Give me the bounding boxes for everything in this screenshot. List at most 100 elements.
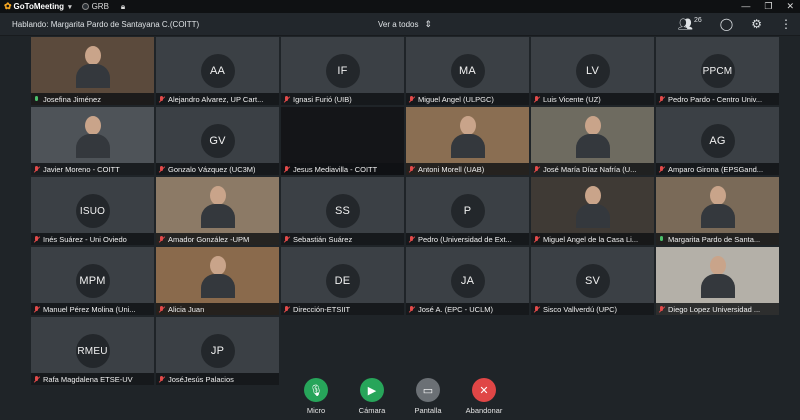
mic-control[interactable]: 🎙︎ Micro bbox=[299, 378, 333, 420]
participant-name-bar: Diego Lopez Universidad ... bbox=[656, 303, 779, 315]
participant-tile[interactable]: GV Gonzalo Vázquez (UC3M) bbox=[156, 107, 279, 175]
participant-tile[interactable]: Amador González -UPM bbox=[156, 177, 279, 245]
participant-name: Sebastián Suárez bbox=[293, 234, 353, 244]
meeting-controls: 🎙︎ Micro ▶ Cámara ▭ Pantalla ✕ Abandonar bbox=[0, 378, 800, 420]
participant-tile[interactable]: P Pedro (Universidad de Ext... bbox=[406, 177, 529, 245]
avatar: P bbox=[450, 194, 485, 228]
participant-tile[interactable]: DE Dirección-ETSIIT bbox=[281, 247, 404, 315]
title-bar: ✿ GoToMeeting ▾ GRB 🔒︎ — ❐ ✕ bbox=[0, 0, 800, 13]
video-feed bbox=[656, 247, 779, 304]
screen-control[interactable]: ▭ Pantalla bbox=[411, 378, 445, 420]
avatar: JA bbox=[450, 264, 485, 298]
participant-name: Antoni Morell (UAB) bbox=[418, 164, 485, 174]
participant-name-bar: José María Díaz Nafría (U... bbox=[531, 163, 654, 175]
participant-name: Miguel Angel de la Casa Li... bbox=[543, 234, 639, 244]
avatar: GV bbox=[200, 124, 235, 158]
participant-tile[interactable]: AG Amparo Girona (EPSGand... bbox=[656, 107, 779, 175]
status-dot-icon bbox=[81, 3, 89, 10]
participant-tile[interactable]: IF Ignasi Furió (UIB) bbox=[281, 37, 404, 105]
participant-name-bar: Amparo Girona (EPSGand... bbox=[656, 163, 779, 175]
participant-video-figure bbox=[450, 116, 485, 158]
organizer-badge[interactable]: GRB bbox=[81, 2, 109, 11]
header-actions: 👥︎ 26 ◯ ⚙ ⋮ bbox=[678, 17, 792, 31]
microphone-icon[interactable]: 🎙︎ bbox=[304, 378, 328, 402]
camera-icon[interactable]: ▶ bbox=[360, 378, 384, 402]
participant-tile[interactable]: José María Díaz Nafría (U... bbox=[531, 107, 654, 175]
mic-on-icon bbox=[34, 95, 39, 103]
camera-control[interactable]: ▶ Cámara bbox=[355, 378, 389, 420]
participant-video-figure bbox=[575, 116, 610, 158]
mic-muted-icon bbox=[159, 305, 164, 313]
participant-tile[interactable]: Alicia Juan bbox=[156, 247, 279, 315]
participant-name-bar: Margarita Pardo de Santa... bbox=[656, 233, 779, 245]
participant-tile[interactable]: Javier Moreno - COITT bbox=[31, 107, 154, 175]
screen-share-icon[interactable]: ▭ bbox=[416, 378, 440, 402]
chat-icon[interactable]: ◯ bbox=[720, 17, 733, 31]
people-icon: 👥︎ bbox=[677, 17, 693, 31]
participant-tile[interactable]: Antoni Morell (UAB) bbox=[406, 107, 529, 175]
participant-name: Margarita Pardo de Santa... bbox=[668, 234, 761, 244]
participant-name: Josefina Jiménez bbox=[43, 94, 101, 104]
meeting-header: Hablando: Margarita Pardo de Santayana C… bbox=[0, 13, 800, 36]
close-icon[interactable]: ✕ bbox=[786, 1, 794, 12]
participant-tile[interactable]: LV Luis Vicente (UZ) bbox=[531, 37, 654, 105]
mic-muted-icon bbox=[659, 305, 664, 313]
participant-tile[interactable]: SV Sisco Vallverdú (UPC) bbox=[531, 247, 654, 315]
participant-tile[interactable]: MA Miguel Angel (ULPGC) bbox=[406, 37, 529, 105]
mic-muted-icon bbox=[534, 165, 539, 173]
participant-tile[interactable]: MPM Manuel Pérez Molina (Uni... bbox=[31, 247, 154, 315]
leave-control[interactable]: ✕ Abandonar bbox=[466, 378, 502, 420]
video-feed bbox=[31, 37, 154, 94]
restore-icon[interactable]: ❐ bbox=[764, 1, 772, 12]
mic-muted-icon bbox=[284, 305, 289, 313]
participant-tile[interactable]: AA Alejandro Alvarez, UP Cart... bbox=[156, 37, 279, 105]
avatar: LV bbox=[575, 54, 610, 88]
participant-name: Pedro (Universidad de Ext... bbox=[418, 234, 512, 244]
participant-name: Amparo Girona (EPSGand... bbox=[668, 164, 764, 174]
window-controls: — ❐ ✕ bbox=[741, 1, 800, 12]
participant-video-figure bbox=[200, 186, 235, 228]
more-options-icon[interactable]: ⋮ bbox=[780, 17, 792, 31]
app-logo[interactable]: ✿ GoToMeeting ▾ bbox=[0, 1, 72, 12]
video-feed bbox=[531, 107, 654, 164]
attendees-button[interactable]: 👥︎ 26 bbox=[678, 17, 702, 31]
avatar: IF bbox=[325, 54, 360, 88]
video-feed bbox=[406, 107, 529, 164]
leave-icon[interactable]: ✕ bbox=[472, 378, 496, 402]
lock-icon[interactable]: 🔒︎ bbox=[121, 2, 125, 12]
mic-muted-icon bbox=[409, 235, 414, 243]
mic-muted-icon bbox=[159, 235, 164, 243]
participant-tile[interactable]: Margarita Pardo de Santa... bbox=[656, 177, 779, 245]
settings-gear-icon[interactable]: ⚙ bbox=[751, 17, 762, 31]
mic-on-icon bbox=[659, 235, 664, 243]
participant-name-bar: Pedro Pardo - Centro Univ... bbox=[656, 93, 779, 105]
participant-video-figure bbox=[575, 186, 610, 228]
participant-name: Sisco Vallverdú (UPC) bbox=[543, 304, 618, 314]
chevron-updown-icon: ⇕ bbox=[424, 18, 433, 29]
participant-name: José A. (EPC - UCLM) bbox=[418, 304, 494, 314]
mic-muted-icon bbox=[409, 305, 414, 313]
participant-grid: Josefina Jiménez AA Alejandro Alvarez, UP … bbox=[31, 37, 779, 385]
participant-tile[interactable]: PPCM Pedro Pardo - Centro Univ... bbox=[656, 37, 779, 105]
participant-name: Luis Vicente (UZ) bbox=[543, 94, 601, 104]
mic-label: Micro bbox=[306, 406, 326, 415]
avatar: ISUO bbox=[75, 194, 110, 228]
participant-tile[interactable]: Josefina Jiménez bbox=[31, 37, 154, 105]
participant-tile[interactable]: JA José A. (EPC - UCLM) bbox=[406, 247, 529, 315]
participant-tile[interactable]: JP JoséJesús Palacios bbox=[156, 317, 279, 385]
participant-tile[interactable]: SS Sebastián Suárez bbox=[281, 177, 404, 245]
participant-name-bar: Sisco Vallverdú (UPC) bbox=[531, 303, 654, 315]
minimize-icon[interactable]: — bbox=[741, 1, 750, 12]
participant-tile[interactable]: ISUO Inés Suárez - Uni Oviedo bbox=[31, 177, 154, 245]
view-selector[interactable]: Ver a todos ⇕ bbox=[378, 19, 432, 30]
participant-tile[interactable]: RMEU Rafa Magdalena ETSE-UV bbox=[31, 317, 154, 385]
mic-muted-icon bbox=[534, 235, 539, 243]
participant-name-bar: Ignasi Furió (UIB) bbox=[281, 93, 404, 105]
chevron-down-icon[interactable]: ▾ bbox=[68, 3, 72, 11]
participant-video-figure bbox=[75, 116, 110, 158]
participant-tile[interactable]: Diego Lopez Universidad ... bbox=[656, 247, 779, 315]
participant-name-bar: Dirección-ETSIIT bbox=[281, 303, 404, 315]
participant-tile[interactable]: Miguel Angel de la Casa Li... bbox=[531, 177, 654, 245]
participant-tile[interactable]: Jesus Mediavilla - COITT bbox=[281, 107, 404, 175]
participant-name-bar: Luis Vicente (UZ) bbox=[531, 93, 654, 105]
